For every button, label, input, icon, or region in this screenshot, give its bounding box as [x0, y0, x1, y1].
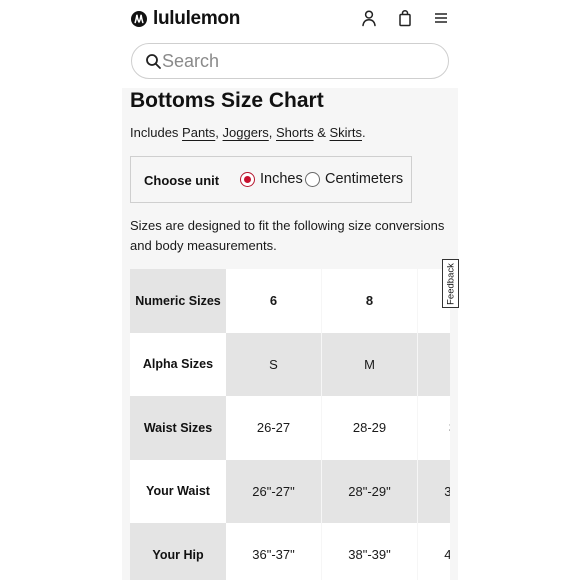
- search-input[interactable]: [162, 48, 432, 74]
- table-cell: 8: [322, 269, 417, 333]
- includes-separator: ,: [215, 125, 223, 140]
- includes-separator: ,: [268, 125, 277, 140]
- table-cell: 40"-41": [418, 523, 450, 580]
- table-cell: 38"-39": [322, 523, 417, 580]
- radio-inches-label[interactable]: Inches: [260, 171, 303, 187]
- size-table[interactable]: Numeric Sizes 6 8 10 Alpha Sizes S M L W…: [130, 269, 450, 580]
- includes-line: Includes Pants, Joggers, Shorts & Skirts…: [130, 125, 366, 140]
- table-cell: 26-27: [226, 396, 321, 460]
- table-cell: 28-29: [322, 396, 417, 460]
- table-row: Numeric Sizes 6 8 10: [130, 269, 450, 333]
- link-pants[interactable]: Pants: [182, 125, 215, 140]
- unit-selector: Choose unit Inches Centimeters: [130, 156, 412, 203]
- size-chart-panel: Bottoms Size Chart Includes Pants, Jogge…: [122, 88, 458, 580]
- table-cell: 30"-31": [418, 459, 450, 523]
- link-skirts[interactable]: Skirts: [330, 125, 363, 140]
- radio-inches[interactable]: [240, 172, 255, 187]
- table-cell: 26"-27": [226, 459, 321, 523]
- table-row: Your Waist 26"-27" 28"-29" 30"-31": [130, 459, 450, 523]
- brand-logo[interactable]: lululemon: [131, 8, 240, 30]
- table-cell: 6: [226, 269, 321, 333]
- row-header-your-hip: Your Hip: [130, 523, 226, 580]
- row-header-numeric-sizes: Numeric Sizes: [130, 269, 226, 333]
- row-header-waist-sizes: Waist Sizes: [130, 396, 226, 460]
- includes-suffix: .: [362, 125, 366, 140]
- table-row: Alpha Sizes S M L: [130, 332, 450, 396]
- link-joggers[interactable]: Joggers: [223, 125, 269, 140]
- bag-icon[interactable]: [396, 9, 414, 27]
- table-row: Waist Sizes 26-27 28-29 30-31: [130, 396, 450, 460]
- search-icon[interactable]: [145, 53, 162, 70]
- brand-name: lululemon: [153, 8, 241, 29]
- search-bar[interactable]: [131, 43, 449, 79]
- size-description: Sizes are designed to fit the following …: [130, 218, 445, 253]
- table-cell: L: [418, 332, 450, 396]
- unit-label: Choose unit: [144, 173, 220, 188]
- lululemon-logo-icon: [131, 11, 147, 27]
- radio-centimeters[interactable]: [305, 172, 320, 187]
- includes-prefix: Includes: [130, 125, 183, 140]
- site-header: lululemon: [0, 0, 580, 38]
- table-row: Your Hip 36"-37" 38"-39" 40"-41": [130, 523, 450, 580]
- link-shorts[interactable]: Shorts: [276, 125, 314, 140]
- table-cell: 30-31: [418, 396, 450, 460]
- row-header-alpha-sizes: Alpha Sizes: [130, 332, 226, 396]
- page-title: Bottoms Size Chart: [130, 89, 324, 112]
- radio-centimeters-label[interactable]: Centimeters: [325, 171, 403, 187]
- table-cell: 36"-37": [226, 523, 321, 580]
- table-cell: 28"-29": [322, 459, 417, 523]
- row-header-your-waist: Your Waist: [130, 459, 226, 523]
- table-cell: M: [322, 332, 417, 396]
- user-icon[interactable]: [360, 9, 378, 27]
- feedback-label[interactable]: Feedback: [445, 263, 456, 305]
- menu-icon[interactable]: [432, 9, 450, 27]
- includes-separator: &: [313, 125, 330, 140]
- feedback-tab[interactable]: Feedback: [442, 259, 459, 308]
- table-cell: S: [226, 332, 321, 396]
